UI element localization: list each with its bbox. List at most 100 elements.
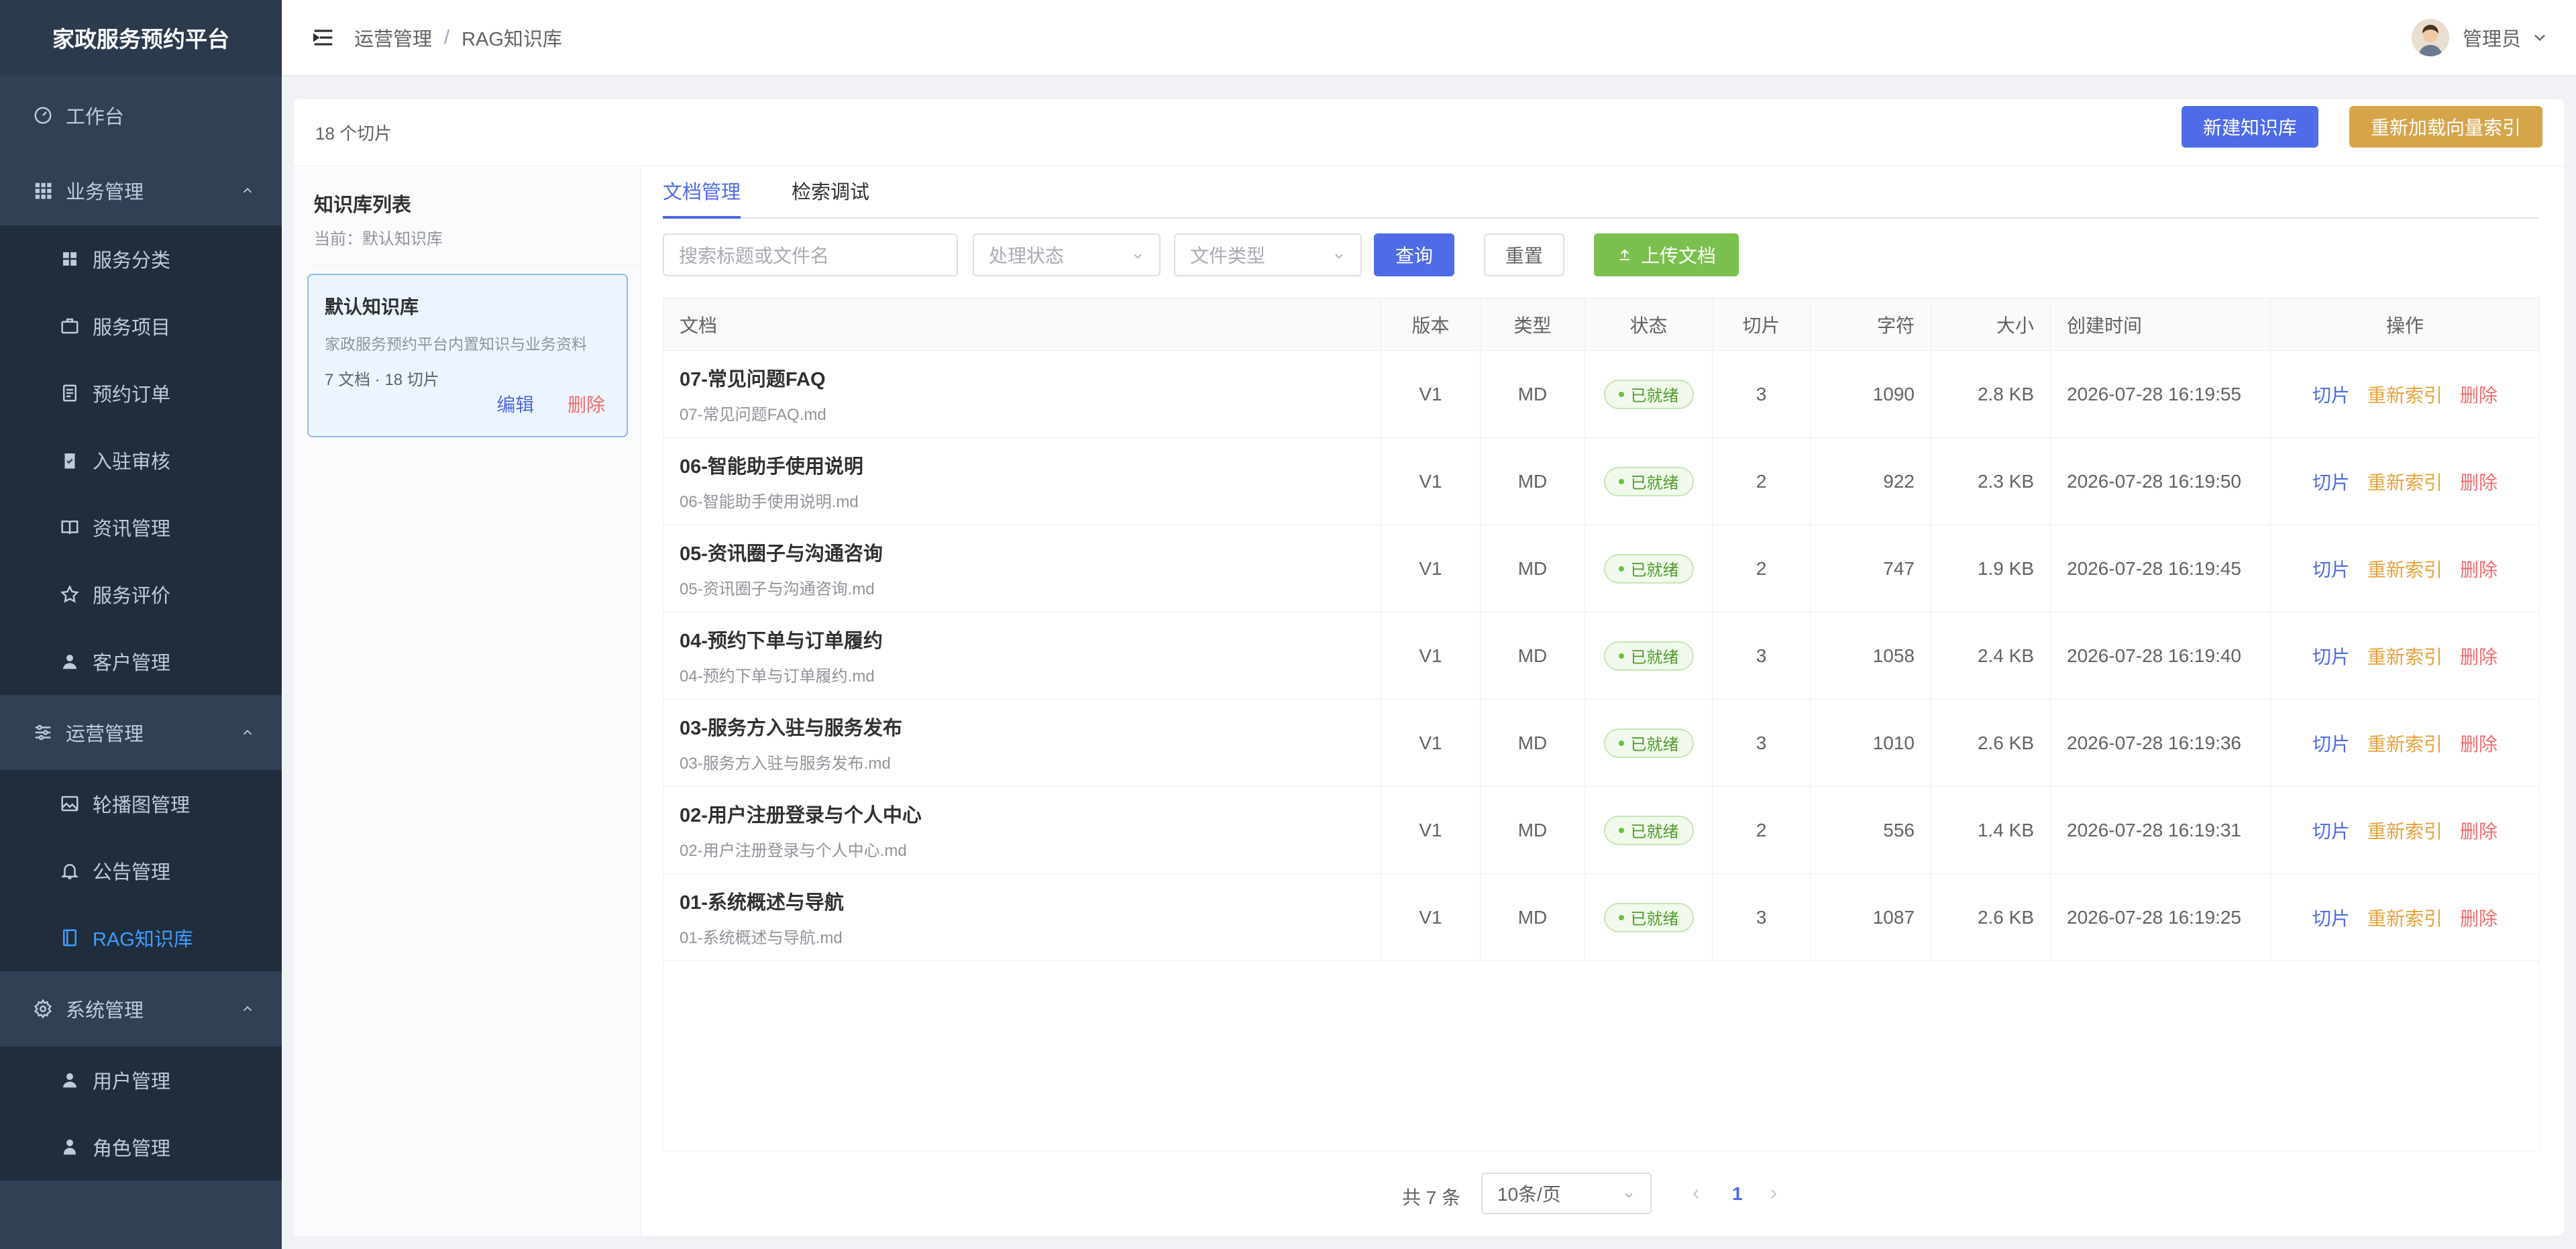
page-size-select[interactable]: 10条/页 — [1481, 1173, 1652, 1214]
cell-status: 已就绪 — [1585, 525, 1713, 612]
sidebar-item-orders[interactable]: 预约订单 — [0, 360, 282, 427]
chunks-link[interactable]: 切片 — [2312, 555, 2350, 582]
sidebar-item-dashboard[interactable]: 工作台 — [0, 75, 282, 156]
table-header: 文档 版本 类型 状态 切片 字符 大小 创建时间 操作 — [663, 298, 2539, 351]
status-badge: 已就绪 — [1603, 553, 1694, 584]
status-badge: 已就绪 — [1603, 815, 1694, 845]
cell-chars: 747 — [1811, 525, 1931, 612]
chevron-down-icon — [1134, 254, 1142, 259]
breadcrumb-separator: / — [444, 26, 450, 48]
reindex-link[interactable]: 重新索引 — [2367, 381, 2443, 408]
delete-link[interactable]: 删除 — [2460, 381, 2498, 408]
menu-toggle-icon[interactable] — [310, 24, 337, 51]
prev-page-icon[interactable] — [1688, 1186, 1704, 1202]
kb-delete-link[interactable]: 删除 — [568, 394, 605, 415]
sidebar-item-service-items[interactable]: 服务项目 — [0, 292, 282, 360]
sidebar-item-label: 系统管理 — [66, 1000, 144, 1022]
sidebar-item-announcements[interactable]: 公告管理 — [0, 837, 282, 904]
breadcrumb-current: RAG知识库 — [462, 29, 562, 50]
chunks-link[interactable]: 切片 — [2312, 817, 2350, 844]
new-kb-button[interactable]: 新建知识库 — [2182, 106, 2318, 148]
status-badge: 已就绪 — [1603, 902, 1694, 932]
cell-chars: 1090 — [1811, 351, 1931, 437]
briefcase-icon — [59, 315, 80, 337]
chevron-up-icon — [243, 729, 252, 735]
sidebar-item-service-category[interactable]: 服务分类 — [0, 225, 282, 292]
reindex-link[interactable]: 重新索引 — [2367, 643, 2443, 669]
sidebar-group-business[interactable]: 业务管理 — [0, 156, 282, 225]
image-icon — [59, 793, 80, 814]
sidebar-item-label: 业务管理 — [66, 182, 144, 203]
reindex-link[interactable]: 重新索引 — [2367, 904, 2443, 931]
sliders-icon — [32, 722, 54, 743]
status-badge: 已就绪 — [1603, 728, 1694, 758]
star-icon — [59, 584, 80, 605]
sidebar-group-operations[interactable]: 运营管理 — [0, 695, 282, 770]
status-select-placeholder: 处理状态 — [989, 246, 1065, 266]
delete-link[interactable]: 删除 — [2460, 555, 2498, 582]
cell-actions: 切片 重新索引 删除 — [2271, 787, 2539, 873]
page-number[interactable]: 1 — [1732, 1183, 1743, 1205]
cell-created: 2026-07-28 16:19:55 — [2051, 351, 2271, 437]
sidebar-item-label: 用户管理 — [93, 1071, 171, 1093]
pagination: 共 7 条 10条/页 1 — [294, 1173, 2564, 1214]
book-icon — [59, 517, 80, 538]
doc-chars: 747 — [1883, 557, 1915, 579]
cell-type: MD — [1481, 874, 1585, 961]
sidebar-group-system[interactable]: 系统管理 — [0, 971, 282, 1046]
status-dot — [1618, 478, 1624, 484]
sidebar-item-onboarding-review[interactable]: 入驻审核 — [0, 427, 282, 494]
cell-chunks: 3 — [1713, 874, 1811, 961]
sidebar-item-banners[interactable]: 轮播图管理 — [0, 770, 282, 837]
doc-title: 01-系统概述与导航 — [680, 892, 844, 914]
reset-button[interactable]: 重置 — [1484, 233, 1564, 276]
cell-size: 2.6 KB — [1931, 874, 2051, 961]
cell-chars: 1010 — [1811, 700, 1931, 786]
breadcrumb-item[interactable]: 运营管理 — [354, 23, 432, 52]
reload-index-button[interactable]: 重新加载向量索引 — [2349, 106, 2542, 148]
delete-link[interactable]: 删除 — [2460, 730, 2498, 757]
doc-version: V1 — [1419, 732, 1442, 753]
cell-actions: 切片 重新索引 删除 — [2271, 351, 2539, 437]
kb-current: 当前：默认知识库 — [314, 225, 641, 266]
sidebar-item-reviews[interactable]: 服务评价 — [0, 561, 282, 628]
page-size-value: 10条/页 — [1497, 1184, 1561, 1205]
notebook-icon — [59, 927, 80, 948]
sidebar-item-news[interactable]: 资讯管理 — [0, 494, 282, 561]
sidebar-item-rag-kb[interactable]: RAG知识库 — [0, 904, 282, 971]
sidebar-item-customers[interactable]: 客户管理 — [0, 628, 282, 695]
status-dot — [1618, 391, 1624, 397]
kb-edit-link[interactable]: 编辑 — [496, 394, 534, 415]
sidebar-item-roles[interactable]: 角色管理 — [0, 1114, 282, 1181]
upload-button[interactable]: 上传文档 — [1594, 233, 1739, 276]
cell-status: 已就绪 — [1585, 351, 1713, 437]
reindex-link[interactable]: 重新索引 — [2367, 817, 2443, 844]
next-page-icon[interactable] — [1766, 1186, 1782, 1202]
chunks-link[interactable]: 切片 — [2312, 468, 2350, 495]
status-label: 已就绪 — [1630, 736, 1679, 754]
chunks-link[interactable]: 切片 — [2312, 730, 2350, 757]
query-button[interactable]: 查询 — [1374, 233, 1454, 276]
delete-link[interactable]: 删除 — [2460, 468, 2498, 495]
delete-link[interactable]: 删除 — [2460, 643, 2498, 669]
delete-link[interactable]: 删除 — [2460, 817, 2498, 844]
upload-label: 上传文档 — [1640, 246, 1716, 266]
chunks-link[interactable]: 切片 — [2312, 904, 2350, 931]
tab-doc-management[interactable]: 文档管理 — [663, 166, 741, 219]
reindex-link[interactable]: 重新索引 — [2367, 468, 2443, 495]
chunks-link[interactable]: 切片 — [2312, 381, 2350, 408]
type-select[interactable]: 文件类型 — [1174, 233, 1362, 276]
reindex-link[interactable]: 重新索引 — [2367, 555, 2443, 582]
sidebar-item-users[interactable]: 用户管理 — [0, 1046, 282, 1114]
delete-link[interactable]: 删除 — [2460, 904, 2498, 931]
chunks-link[interactable]: 切片 — [2312, 643, 2350, 669]
user-menu[interactable]: 管理员 — [2411, 0, 2549, 75]
tab-retrieval-debug[interactable]: 检索调试 — [792, 166, 869, 219]
status-select[interactable]: 处理状态 — [973, 233, 1161, 276]
doc-created: 2026-07-28 16:19:31 — [2067, 819, 2241, 840]
status-badge: 已就绪 — [1603, 641, 1694, 671]
search-input[interactable]: 搜索标题或文件名 — [663, 233, 958, 276]
kb-card[interactable]: 默认知识库 家政服务预约平台内置知识与业务资料 7 文档 · 18 切片 编辑 … — [307, 274, 628, 437]
reindex-link[interactable]: 重新索引 — [2367, 730, 2443, 757]
status-label: 已就绪 — [1630, 474, 1679, 492]
